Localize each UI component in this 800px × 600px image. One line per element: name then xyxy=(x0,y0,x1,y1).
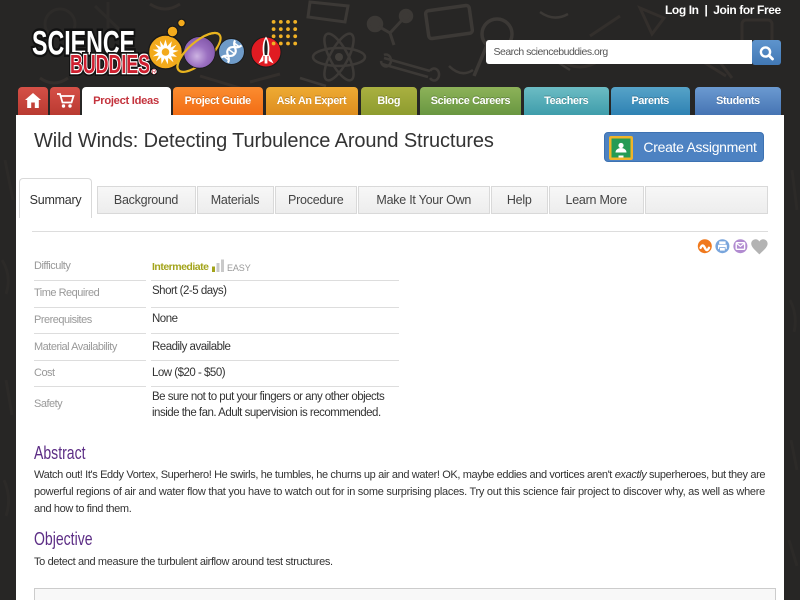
svg-text:BUDDIES: BUDDIES xyxy=(70,49,150,79)
svg-text:R: R xyxy=(152,70,157,76)
